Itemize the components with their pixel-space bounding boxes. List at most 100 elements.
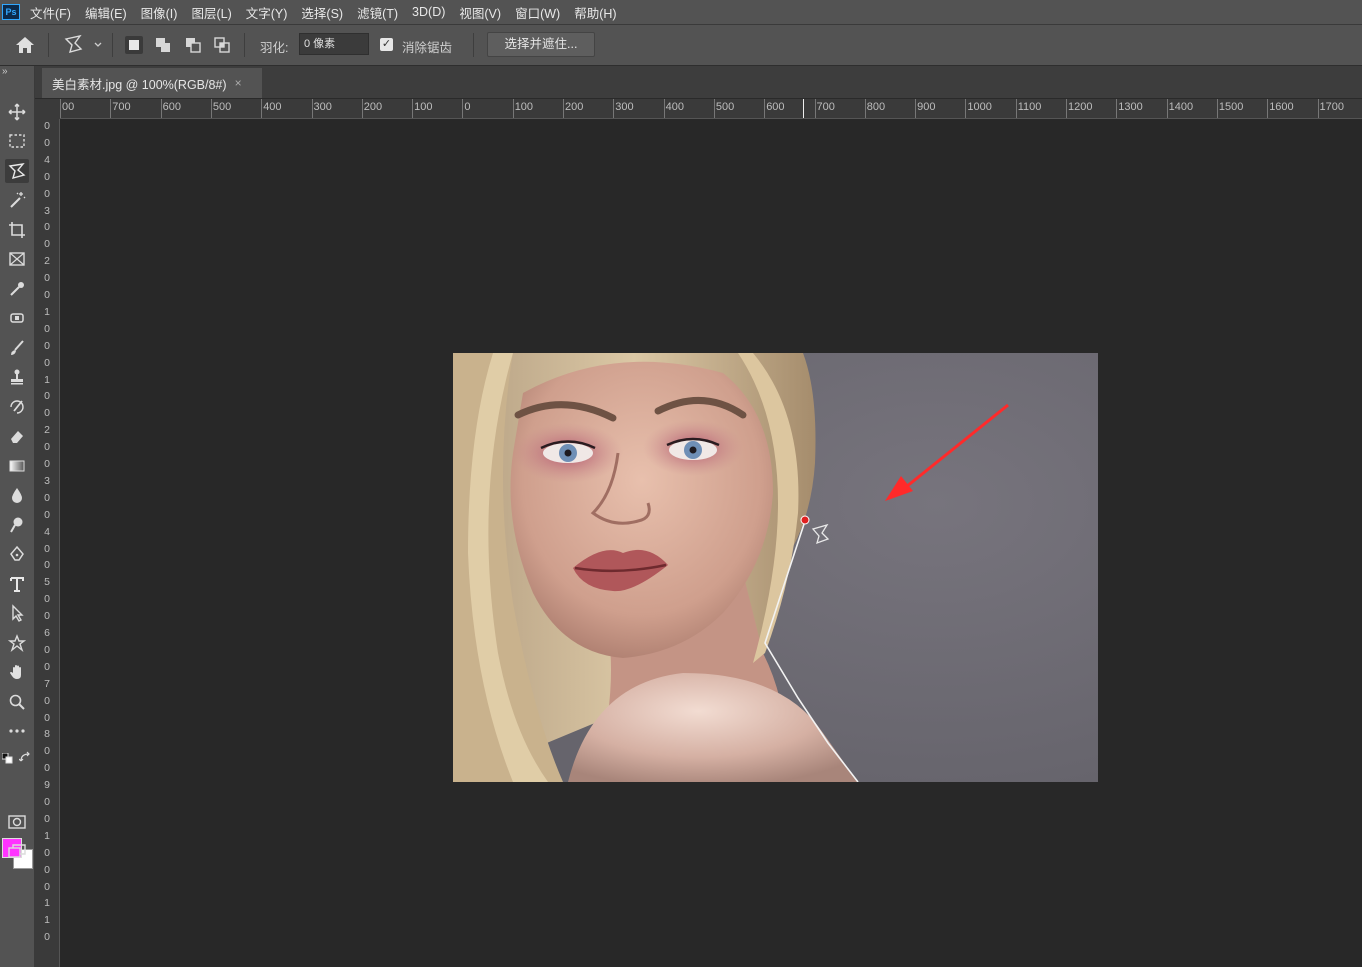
tool-preset-picker[interactable]: [62, 33, 106, 57]
select-and-mask-button[interactable]: 选择并遮住...: [487, 32, 595, 57]
photoshop-logo-icon: Ps: [2, 4, 20, 20]
ruler-tick: [864, 99, 866, 118]
type-tool[interactable]: [5, 572, 29, 596]
ruler-label: 0: [44, 593, 50, 606]
subtract-from-selection-button[interactable]: [184, 36, 202, 54]
add-to-selection-button[interactable]: [154, 36, 172, 54]
history-brush-tool[interactable]: [5, 395, 29, 419]
new-selection-button[interactable]: [125, 36, 143, 54]
healing-brush-tool[interactable]: [5, 306, 29, 330]
ruler-tick: [965, 99, 967, 118]
menu-select[interactable]: 选择(S): [301, 3, 343, 22]
screen-mode-button[interactable]: [5, 839, 29, 863]
ruler-label: 1000: [967, 101, 992, 113]
close-icon[interactable]: ×: [235, 76, 242, 90]
feather-input[interactable]: 0 像素: [299, 33, 369, 55]
ruler-tick: [1066, 99, 1067, 118]
eyedropper-tool[interactable]: [5, 277, 29, 301]
ruler-label: 7: [44, 677, 50, 690]
ruler-label: 0: [44, 272, 50, 285]
gradient-tool[interactable]: [5, 454, 29, 478]
brush-tool[interactable]: [5, 336, 29, 360]
move-tool[interactable]: [5, 100, 29, 124]
ruler-label: 1: [44, 373, 50, 386]
menu-help[interactable]: 帮助(H): [574, 3, 616, 22]
blur-tool[interactable]: [5, 483, 29, 507]
menu-3d[interactable]: 3D(D): [412, 5, 445, 19]
canvas-area[interactable]: [60, 120, 1362, 967]
crop-tool[interactable]: [5, 218, 29, 242]
ruler-tick: [613, 99, 615, 118]
collapse-panel-icon[interactable]: »: [2, 66, 8, 77]
type-icon: [10, 577, 24, 592]
ruler-label: 0: [44, 863, 50, 876]
ruler-label: 500: [212, 101, 232, 113]
ruler-tick: [60, 99, 61, 118]
ruler-label: 1: [44, 897, 50, 910]
ruler-label: 4: [44, 525, 50, 538]
menu-image[interactable]: 图像(I): [141, 3, 178, 22]
ruler-label: 1: [44, 829, 50, 842]
brush-icon: [11, 340, 24, 355]
eraser-icon: [11, 431, 23, 443]
ruler-tick: [110, 99, 112, 118]
zoom-tool[interactable]: [5, 690, 29, 714]
menu-file[interactable]: 文件(F): [30, 3, 71, 22]
more-icon: [9, 729, 25, 733]
separator: [473, 33, 474, 57]
document-tab-title: 美白素材.jpg @ 100%(RGB/8#): [52, 77, 227, 92]
menu-layer[interactable]: 图层(L): [191, 3, 231, 22]
pen-tool[interactable]: [5, 542, 29, 566]
document-image[interactable]: [453, 353, 1098, 782]
ruler-label: 0: [44, 812, 50, 825]
home-icon[interactable]: [14, 35, 38, 55]
ruler-label: 0: [44, 491, 50, 504]
intersect-selection-button[interactable]: [213, 36, 231, 54]
ruler-label: 100: [414, 101, 433, 113]
ruler-label: 0: [44, 846, 50, 859]
eraser-tool[interactable]: [5, 424, 29, 448]
ruler-label: 1: [44, 914, 50, 927]
dodge-tool[interactable]: [5, 513, 29, 537]
default-colors-icon[interactable]: [1, 752, 14, 764]
ruler-label: 0: [44, 407, 50, 420]
magic-wand-tool[interactable]: [5, 188, 29, 212]
menu-view[interactable]: 视图(V): [459, 3, 501, 22]
ruler-tick: [814, 99, 816, 118]
menu-type[interactable]: 文字(Y): [246, 3, 288, 22]
document-tab[interactable]: 美白素材.jpg @ 100%(RGB/8#) ×: [42, 68, 262, 98]
lasso-tool[interactable]: [5, 159, 29, 183]
horizontal-ruler[interactable]: 00 700 600 500 400 300 200 100 0 100 200 300 400 500 6…: [60, 99, 1362, 119]
ruler-label: 0: [44, 238, 50, 251]
menu-edit[interactable]: 编辑(E): [85, 3, 127, 22]
antialias-checkbox[interactable]: ✓: [380, 38, 393, 51]
ruler-label: 0: [44, 187, 50, 200]
ruler-label: 0: [44, 221, 50, 234]
move-icon: [8, 103, 26, 121]
path-selection-tool[interactable]: [5, 601, 29, 625]
separator: [112, 33, 113, 57]
ruler-label: 700: [112, 101, 131, 113]
quick-mask-button[interactable]: [5, 810, 29, 834]
clone-stamp-tool[interactable]: [5, 365, 29, 389]
menu-window[interactable]: 窗口(W): [515, 3, 560, 22]
ruler-label: 0: [44, 120, 50, 132]
portrait-photo: [453, 353, 1098, 782]
ruler-tick: [1015, 99, 1017, 118]
ruler-label: 1400: [1168, 101, 1194, 113]
ruler-label: 200: [363, 101, 383, 113]
ruler-label: 0: [44, 643, 50, 656]
menu-filter[interactable]: 滤镜(T): [357, 3, 398, 22]
swap-colors-icon[interactable]: [18, 751, 32, 764]
marquee-tool[interactable]: [5, 129, 29, 153]
crop-icon: [9, 222, 25, 238]
ruler-tick: [462, 99, 464, 118]
hand-tool[interactable]: [5, 660, 29, 684]
edit-toolbar-button[interactable]: [5, 719, 29, 743]
frame-tool[interactable]: [5, 247, 29, 271]
ruler-label: 200: [565, 101, 584, 113]
ruler-origin[interactable]: [35, 99, 60, 119]
polygonal-lasso-icon: [64, 34, 102, 54]
vertical-ruler[interactable]: 0 0 4 0 0 3 0 0 2 0 0 1 0 0 0 1 0 0 2 0 0 3 0 0 4 0 0 5 0 0 6 0 0 7 0 0 8 0 0 9…: [35, 119, 60, 967]
shape-tool[interactable]: [5, 631, 29, 655]
